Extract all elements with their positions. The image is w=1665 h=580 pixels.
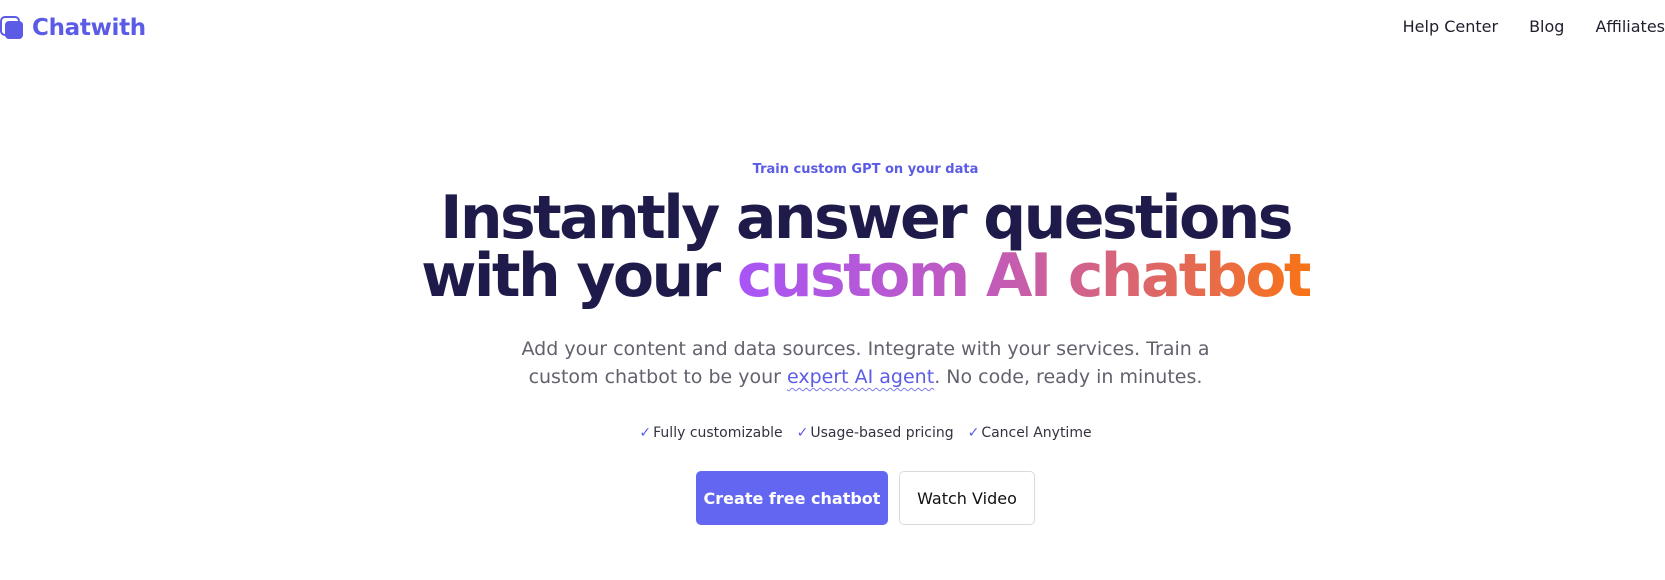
cta-group: Create free chatbot Watch Video (66, 471, 1665, 525)
stacked-square-logo-icon (0, 16, 24, 40)
brand-name: Chatwith (32, 15, 146, 41)
feature-item: ✓ Usage-based pricing (797, 425, 954, 441)
brand-logo-link[interactable]: Chatwith (0, 12, 146, 44)
feature-item: ✓ Cancel Anytime (968, 425, 1092, 441)
subtext-part-2: . No code, ready in minutes. (934, 366, 1203, 388)
nav-affiliates[interactable]: Affiliates (1595, 17, 1665, 36)
feature-label: Fully customizable (653, 425, 783, 441)
nav-help-center[interactable]: Help Center (1403, 17, 1498, 36)
feature-label: Usage-based pricing (810, 425, 954, 441)
feature-list: ✓ Fully customizable ✓ Usage-based pricing… (66, 425, 1665, 441)
checkmark-icon: ✓ (639, 425, 652, 441)
feature-label: Cancel Anytime (981, 425, 1092, 441)
feature-item: ✓ Fully customizable (639, 425, 782, 441)
expert-ai-agent-link[interactable]: expert AI agent (787, 366, 934, 388)
headline-gradient-highlight: custom AI chatbot (736, 241, 1313, 311)
hero-eyebrow: Train custom GPT on your data (752, 162, 979, 177)
nav-blog[interactable]: Blog (1529, 17, 1564, 36)
checkmark-icon: ✓ (796, 425, 809, 441)
hero-subtext: Add your content and data sources. Integ… (486, 335, 1246, 391)
checkmark-icon: ✓ (967, 425, 980, 441)
top-nav: Help Center Blog Affiliates (1372, 17, 1665, 36)
hero-section: Train custom GPT on your data Instantly … (0, 162, 1665, 525)
headline-line-2-prefix: with your (421, 241, 737, 311)
watch-video-button[interactable]: Watch Video (899, 471, 1035, 525)
hero-headline: Instantly answer questions with your cus… (66, 188, 1665, 306)
create-free-chatbot-button[interactable]: Create free chatbot (696, 471, 888, 525)
